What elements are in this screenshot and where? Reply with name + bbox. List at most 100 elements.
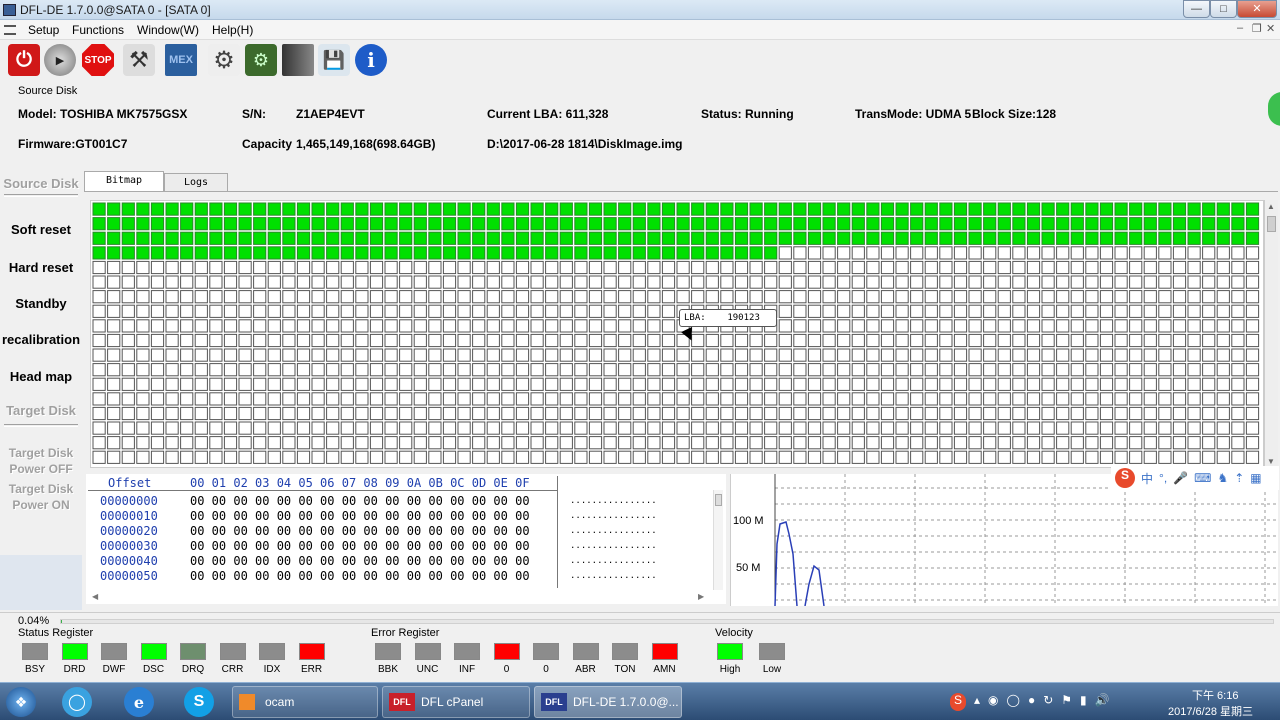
- bitmap-cell-read[interactable]: [661, 231, 676, 245]
- bitmap-cell-empty[interactable]: [705, 333, 719, 348]
- bitmap-cell-empty[interactable]: [793, 319, 807, 333]
- bitmap-cell-empty[interactable]: [1172, 406, 1187, 421]
- bitmap-cell-empty[interactable]: [326, 348, 340, 362]
- bitmap-cell-empty[interactable]: [1085, 450, 1099, 464]
- bitmap-cell-empty[interactable]: [1012, 275, 1026, 289]
- bitmap-cell-empty[interactable]: [384, 377, 398, 391]
- bitmap-cell-read[interactable]: [661, 217, 676, 231]
- bitmap-cell-empty[interactable]: [413, 304, 427, 318]
- bitmap-cell-empty[interactable]: [705, 348, 719, 362]
- bitmap-cell-empty[interactable]: [866, 333, 880, 348]
- bitmap-cell-empty[interactable]: [720, 392, 734, 406]
- bitmap-cell-empty[interactable]: [924, 290, 938, 304]
- close-button[interactable]: ✕: [1237, 0, 1277, 18]
- bitmap-cell-empty[interactable]: [1202, 246, 1216, 260]
- bitmap-cell-empty[interactable]: [603, 348, 617, 362]
- bitmap-cell-empty[interactable]: [822, 436, 836, 450]
- bitmap-cell-empty[interactable]: [282, 421, 296, 435]
- bitmap-cell-read[interactable]: [997, 202, 1011, 216]
- bitmap-cell-empty[interactable]: [661, 392, 676, 406]
- bitmap-cell-empty[interactable]: [194, 304, 208, 318]
- bitmap-cell-empty[interactable]: [588, 304, 603, 318]
- bitmap-cell-empty[interactable]: [924, 436, 938, 450]
- bitmap-cell-empty[interactable]: [764, 421, 778, 435]
- bitmap-cell-empty[interactable]: [603, 436, 617, 450]
- bitmap-cell-read[interactable]: [559, 246, 573, 260]
- bitmap-cell-empty[interactable]: [515, 421, 530, 435]
- bitmap-cell-empty[interactable]: [1187, 246, 1201, 260]
- bitmap-cell-empty[interactable]: [530, 406, 544, 421]
- bitmap-cell-read[interactable]: [150, 217, 165, 231]
- bitmap-cell-empty[interactable]: [603, 304, 617, 318]
- bitmap-cell-empty[interactable]: [559, 392, 573, 406]
- bitmap-cell-empty[interactable]: [910, 290, 924, 304]
- disk-tools-icon[interactable]: ⚙: [245, 44, 277, 76]
- bitmap-cell-empty[interactable]: [340, 348, 354, 362]
- bitmap-cell-read[interactable]: [223, 202, 238, 216]
- bitmap-cell-empty[interactable]: [793, 304, 807, 318]
- bitmap-cell-empty[interactable]: [1041, 304, 1055, 318]
- bitmap-cell-read[interactable]: [442, 217, 457, 231]
- bitmap-cell-empty[interactable]: [180, 333, 194, 348]
- bitmap-cell-read[interactable]: [851, 217, 865, 231]
- bitmap-cell-read[interactable]: [442, 202, 457, 216]
- bitmap-cell-empty[interactable]: [720, 290, 734, 304]
- bitmap-cell-empty[interactable]: [267, 290, 281, 304]
- bitmap-cell-read[interactable]: [910, 231, 924, 245]
- bitmap-cell-read[interactable]: [1099, 231, 1114, 245]
- bitmap-cell-read[interactable]: [194, 217, 208, 231]
- bitmap-cell-empty[interactable]: [1245, 421, 1260, 435]
- bitmap-cell-empty[interactable]: [545, 304, 559, 318]
- bitmap-cell-empty[interactable]: [150, 450, 165, 464]
- bitmap-cell-empty[interactable]: [121, 450, 135, 464]
- bitmap-cell-empty[interactable]: [121, 304, 135, 318]
- bitmap-cell-empty[interactable]: [647, 392, 661, 406]
- bitmap-cell-empty[interactable]: [895, 304, 909, 318]
- bitmap-cell-empty[interactable]: [618, 275, 632, 289]
- bitmap-cell-read[interactable]: [296, 217, 311, 231]
- bitmap-cell-empty[interactable]: [588, 436, 603, 450]
- bitmap-cell-empty[interactable]: [618, 392, 632, 406]
- bitmap-cell-read[interactable]: [866, 217, 880, 231]
- hard-reset-button[interactable]: Hard reset: [0, 260, 82, 275]
- bitmap-cell-empty[interactable]: [574, 392, 588, 406]
- bitmap-cell-empty[interactable]: [238, 260, 252, 275]
- bitmap-cell-empty[interactable]: [1026, 304, 1041, 318]
- bitmap-cell-read[interactable]: [618, 202, 632, 216]
- bitmap-cell-empty[interactable]: [676, 348, 690, 362]
- bitmap-cell-empty[interactable]: [574, 333, 588, 348]
- bitmap-cell-empty[interactable]: [749, 333, 763, 348]
- bitmap-cell-empty[interactable]: [501, 450, 515, 464]
- bitmap-cell-empty[interactable]: [1070, 260, 1084, 275]
- bitmap-cell-empty[interactable]: [238, 319, 252, 333]
- bitmap-cell-empty[interactable]: [1026, 290, 1041, 304]
- bitmap-cell-empty[interactable]: [822, 392, 836, 406]
- bitmap-cell-empty[interactable]: [1085, 246, 1099, 260]
- bitmap-cell-empty[interactable]: [880, 304, 895, 318]
- bitmap-cell-empty[interactable]: [486, 275, 500, 289]
- bitmap-cell-empty[interactable]: [136, 436, 150, 450]
- bitmap-cell-empty[interactable]: [253, 392, 267, 406]
- bitmap-cell-empty[interactable]: [545, 377, 559, 391]
- bitmap-cell-empty[interactable]: [983, 406, 997, 421]
- bitmap-cell-empty[interactable]: [530, 392, 544, 406]
- bitmap-cell-empty[interactable]: [1187, 377, 1201, 391]
- bitmap-cell-read[interactable]: [136, 246, 150, 260]
- start-button-icon[interactable]: ❖: [6, 687, 36, 717]
- bitmap-cell-read[interactable]: [472, 246, 486, 260]
- bitmap-cell-empty[interactable]: [895, 421, 909, 435]
- bitmap-cell-read[interactable]: [1056, 202, 1070, 216]
- bitmap-cell-empty[interactable]: [1129, 290, 1143, 304]
- bitmap-cell-empty[interactable]: [1056, 319, 1070, 333]
- bitmap-cell-empty[interactable]: [939, 246, 953, 260]
- bitmap-cell-read[interactable]: [691, 202, 705, 216]
- bitmap-cell-empty[interactable]: [428, 260, 442, 275]
- bitmap-cell-empty[interactable]: [1245, 333, 1260, 348]
- bitmap-cell-empty[interactable]: [515, 319, 530, 333]
- bitmap-cell-empty[interactable]: [661, 406, 676, 421]
- bitmap-cell-read[interactable]: [968, 202, 982, 216]
- bitmap-cell-empty[interactable]: [457, 275, 471, 289]
- bitmap-cell-empty[interactable]: [1143, 363, 1157, 377]
- bitmap-cell-empty[interactable]: [778, 392, 792, 406]
- bitmap-cell-empty[interactable]: [399, 333, 413, 348]
